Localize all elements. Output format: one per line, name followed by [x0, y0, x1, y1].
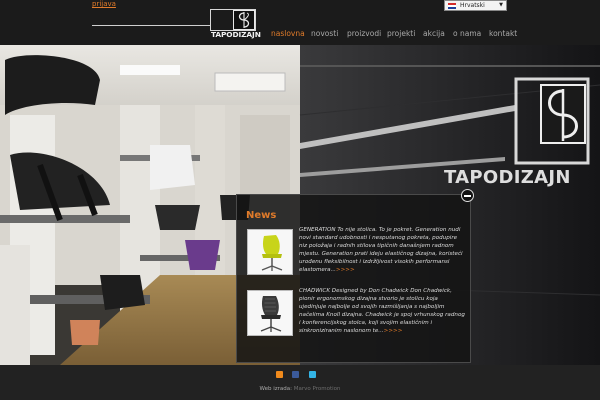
language-select[interactable]: Hrvatski ▼ — [444, 0, 507, 11]
twitter-icon[interactable] — [309, 371, 316, 378]
news-thumbnail-chadwick[interactable] — [247, 290, 293, 336]
news-title: News — [246, 210, 277, 221]
facebook-icon[interactable] — [292, 371, 299, 378]
close-icon[interactable] — [461, 189, 474, 202]
credit-author-link[interactable]: Marvo Promotion — [294, 386, 341, 392]
login-link[interactable]: prijava — [92, 0, 116, 8]
news-item-text: CHADWICK Designed by Don Chadwick Don Ch… — [299, 288, 465, 334]
news-panel: News GENERATION To nije stolica. To je p… — [236, 189, 474, 363]
news-item-chadwick: CHADWICK Designed by Don Chadwick Don Ch… — [299, 288, 465, 335]
nav-item-kontakt[interactable]: kontakt — [489, 29, 517, 38]
nav-item-akcija[interactable]: akcija — [423, 29, 445, 38]
footer-credit: Web izrada: Marvo Promotion — [0, 386, 600, 392]
site-logo[interactable]: TAPODIZAJN — [92, 9, 261, 40]
nav-item-proizvodi[interactable]: proizvodi — [347, 29, 381, 38]
logo-brand-text: TAPODIZAJN — [211, 30, 261, 39]
rss-icon[interactable] — [276, 371, 283, 378]
chevron-down-icon: ▼ — [499, 2, 503, 8]
news-item-generation: GENERATION To nije stolica. To je pokret… — [299, 227, 465, 274]
wall-sign-text: TAPODIZAJN — [444, 167, 571, 188]
nav-item-projekti[interactable]: projekti — [387, 29, 415, 38]
site-footer: Web izrada: Marvo Promotion — [0, 365, 600, 400]
news-item-text: GENERATION To nije stolica. To je pokret… — [299, 227, 463, 273]
site-header: prijava TAPODIZAJN Hrvatski ▼ naslovna n… — [0, 0, 600, 45]
logo-mark-icon — [233, 10, 255, 30]
logo-line — [92, 25, 210, 26]
nav-item-o-nama[interactable]: o nama — [453, 29, 481, 38]
nav-item-naslovna[interactable]: naslovna — [271, 29, 305, 38]
language-select-value: Hrvatski — [460, 2, 485, 9]
croatian-flag-icon — [448, 3, 456, 9]
nav-item-novosti[interactable]: novosti — [311, 29, 338, 38]
news-thumbnail-generation[interactable] — [247, 229, 293, 275]
read-more-link[interactable]: >>>> — [336, 267, 355, 273]
read-more-link[interactable]: >>>> — [384, 328, 403, 334]
credit-label: Web izrada: — [259, 386, 293, 392]
